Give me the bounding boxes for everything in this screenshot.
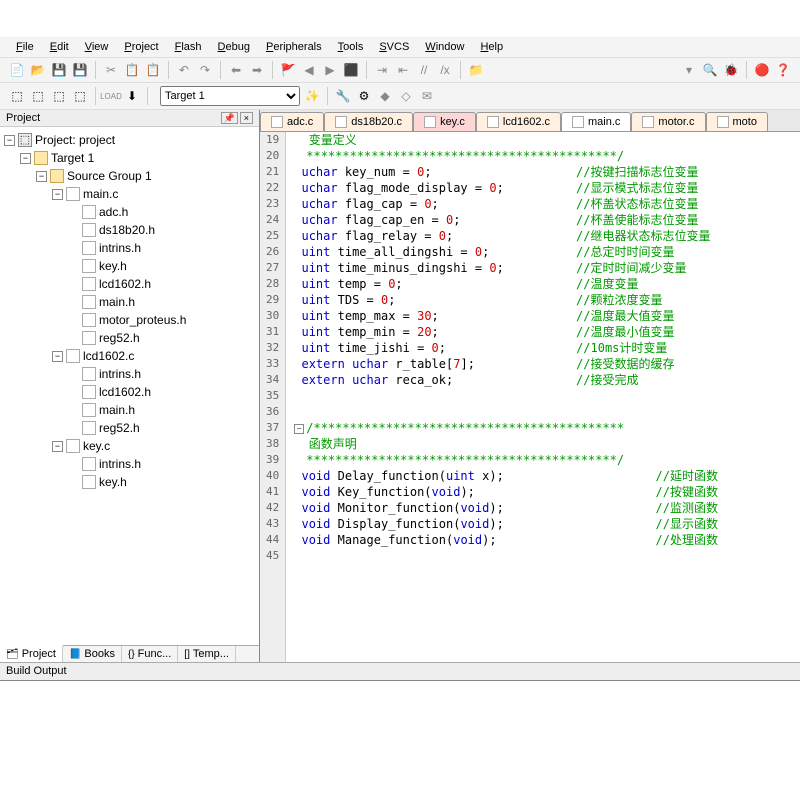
save-all-icon[interactable]: 💾 — [71, 61, 89, 79]
file-tab-motor-c[interactable]: motor.c — [631, 112, 705, 131]
paste-icon[interactable]: 📋 — [144, 61, 162, 79]
rebuild-icon[interactable]: ⬚ — [29, 87, 47, 105]
debug-icon[interactable]: 🐞 — [722, 61, 740, 79]
toolbar-main: 📄 📂 💾 💾 ✂ 📋 📋 ↶ ↷ ⬅ ➡ 🚩 ◀ ▶ ⬛ ⇥ ⇤ // /x … — [0, 58, 800, 83]
build-output-title: Build Output — [0, 662, 800, 680]
mail-icon[interactable]: ✉ — [418, 87, 436, 105]
config-icon[interactable]: ▾ — [680, 61, 698, 79]
menubar: FileEditViewProject FlashDebugPeripherals… — [0, 37, 800, 58]
menu-flash[interactable]: Flash — [169, 39, 208, 55]
menu-project[interactable]: Project — [118, 39, 164, 55]
menu-view[interactable]: View — [79, 39, 115, 55]
copy-icon[interactable]: 📋 — [123, 61, 141, 79]
file-tab-moto[interactable]: moto — [706, 112, 768, 131]
project-tree[interactable]: −⬚Project: project−Target 1−Source Group… — [0, 127, 259, 645]
redo-icon[interactable]: ↷ — [196, 61, 214, 79]
undo-icon[interactable]: ↶ — [175, 61, 193, 79]
bookmark-clear-icon[interactable]: ⬛ — [342, 61, 360, 79]
toolbar-build: ⬚ ⬚ ⬚ ⬚ LOAD ⬇ Target 1 ✨ 🔧 ⚙ ◆ ◇ ✉ — [0, 83, 800, 110]
build-target-icon[interactable]: ⬚ — [8, 87, 26, 105]
file-tabs: adc.cds18b20.ckey.clcd1602.cmain.cmotor.… — [260, 110, 800, 132]
menu-file[interactable]: File — [10, 39, 40, 55]
editor-area: adc.cds18b20.ckey.clcd1602.cmain.cmotor.… — [260, 110, 800, 662]
load-icon[interactable]: LOAD — [102, 87, 120, 105]
menu-debug[interactable]: Debug — [212, 39, 256, 55]
project-bottom-tabs: 🗂Project📘Books{}Func...[]Temp... — [0, 645, 259, 662]
project-panel-title: Project 📌× — [0, 110, 259, 127]
bookmark-next-icon[interactable]: ▶ — [321, 61, 339, 79]
file-tab-key-c[interactable]: key.c — [413, 112, 476, 131]
batch-build-icon[interactable]: ⬚ — [71, 87, 89, 105]
options-icon[interactable]: ⚙ — [355, 87, 373, 105]
build-out-icon[interactable]: ◇ — [397, 87, 415, 105]
menu-window[interactable]: Window — [419, 39, 470, 55]
indent-icon[interactable]: ⇥ — [373, 61, 391, 79]
manage-icon[interactable]: 🔧 — [334, 87, 352, 105]
help-icon[interactable]: ❓ — [774, 61, 792, 79]
cut-icon[interactable]: ✂ — [102, 61, 120, 79]
bookmark-icon[interactable]: 🚩 — [279, 61, 297, 79]
open-folder-icon[interactable]: 📂 — [29, 61, 47, 79]
help-red-icon[interactable]: 🔴 — [753, 61, 771, 79]
project-panel: Project 📌× −⬚Project: project−Target 1−S… — [0, 110, 260, 662]
download-icon[interactable]: ⬇ — [123, 87, 141, 105]
new-file-icon[interactable]: 📄 — [8, 61, 26, 79]
nav-fwd-icon[interactable]: ➡ — [248, 61, 266, 79]
diamond-icon[interactable]: ◆ — [376, 87, 394, 105]
find-icon[interactable]: 🔍 — [701, 61, 719, 79]
editor-body[interactable]: 1920212223242526272829303132333435363738… — [260, 132, 800, 662]
project-tab-func[interactable]: {}Func... — [122, 646, 178, 662]
build-output — [0, 680, 800, 800]
target-select[interactable]: Target 1 — [160, 86, 300, 106]
menu-peripherals[interactable]: Peripherals — [260, 39, 328, 55]
bookmark-prev-icon[interactable]: ◀ — [300, 61, 318, 79]
target-selector[interactable]: Target 1 — [160, 86, 300, 106]
save-icon[interactable]: 💾 — [50, 61, 68, 79]
folder2-icon[interactable]: 📁 — [467, 61, 485, 79]
build-icon[interactable]: ⬚ — [50, 87, 68, 105]
menu-svcs[interactable]: SVCS — [373, 39, 415, 55]
wand-icon[interactable]: ✨ — [303, 87, 321, 105]
pin-icon[interactable]: 📌 — [221, 112, 238, 124]
file-tab-ds18b20-c[interactable]: ds18b20.c — [324, 112, 413, 131]
code-area[interactable]: 变量定义−***********************************… — [286, 132, 800, 662]
menu-tools[interactable]: Tools — [332, 39, 370, 55]
nav-back-icon[interactable]: ⬅ — [227, 61, 245, 79]
uncomment-icon[interactable]: /x — [436, 61, 454, 79]
file-tab-adc-c[interactable]: adc.c — [260, 112, 324, 131]
project-tab-temp[interactable]: []Temp... — [178, 646, 236, 662]
project-tab-books[interactable]: 📘Books — [63, 646, 122, 662]
line-gutter: 1920212223242526272829303132333435363738… — [260, 132, 286, 662]
project-tab-project[interactable]: 🗂Project — [0, 645, 63, 662]
menu-edit[interactable]: Edit — [44, 39, 75, 55]
menu-help[interactable]: Help — [474, 39, 509, 55]
close-icon[interactable]: × — [240, 112, 253, 124]
file-tab-lcd1602-c[interactable]: lcd1602.c — [476, 112, 561, 131]
comment-icon[interactable]: // — [415, 61, 433, 79]
file-tab-main-c[interactable]: main.c — [561, 112, 631, 131]
outdent-icon[interactable]: ⇤ — [394, 61, 412, 79]
